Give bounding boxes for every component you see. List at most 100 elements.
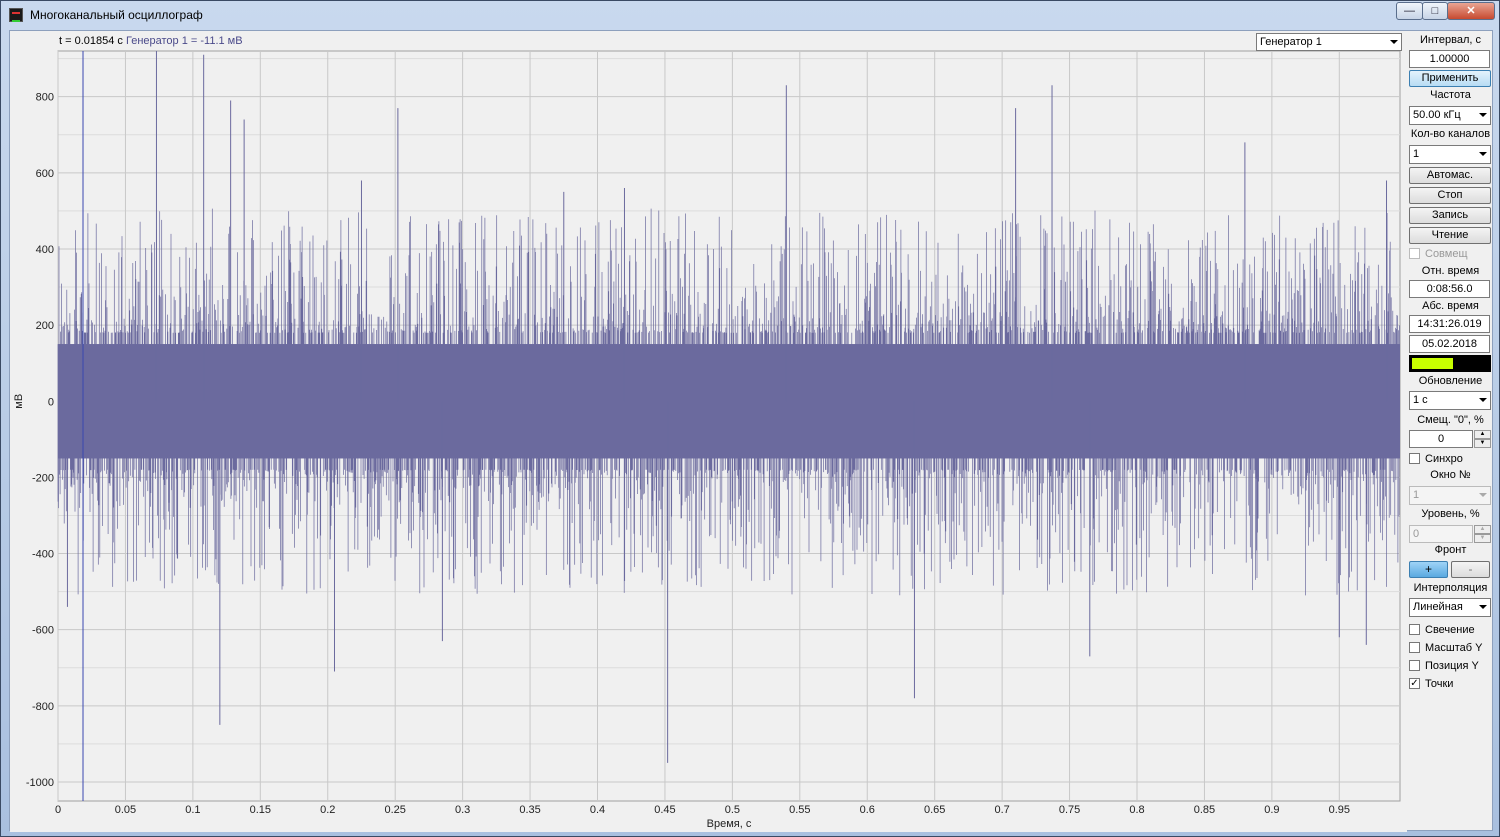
frequency-label: Частота <box>1430 89 1471 101</box>
interval-label: Интервал, с <box>1420 34 1481 46</box>
date-value: 05.02.2018 <box>1409 335 1490 353</box>
position-y-checkbox[interactable]: Позиция Y <box>1409 659 1479 673</box>
spin-up-icon[interactable]: ▲ <box>1474 430 1491 439</box>
glow-checkbox[interactable]: Свечение <box>1409 623 1475 637</box>
channels-count-value: 1 <box>1413 148 1420 160</box>
x-axis-label: Время, с <box>707 818 752 830</box>
position-y-label: Позиция Y <box>1425 660 1479 672</box>
x-tick-label: 0.3 <box>455 804 470 816</box>
points-checkbox[interactable]: ✓ Точки <box>1409 677 1453 691</box>
chevron-down-icon <box>1479 605 1487 609</box>
front-falling-button[interactable]: - <box>1451 561 1490 578</box>
x-tick-label: 0.2 <box>320 804 335 816</box>
apply-button[interactable]: Применить <box>1409 70 1491 87</box>
maximize-button[interactable]: □ <box>1422 2 1448 20</box>
x-tick-label: 0.25 <box>384 804 405 816</box>
record-button[interactable]: Запись <box>1409 207 1491 224</box>
sync-checkbox[interactable]: Синхро <box>1409 452 1463 466</box>
x-tick-label: 0.6 <box>860 804 875 816</box>
y-tick-label: 200 <box>36 320 54 332</box>
cursor-channel-value: Генератор 1 = -11.1 мВ <box>125 35 243 47</box>
read-button[interactable]: Чтение <box>1409 227 1491 244</box>
channels-count-label: Кол-во каналов <box>1410 128 1491 140</box>
channel-select[interactable]: Генератор 1 <box>1256 33 1402 51</box>
chevron-down-icon <box>1479 152 1487 156</box>
app-icon <box>9 8 23 22</box>
y-tick-label: 400 <box>36 244 54 256</box>
chevron-down-icon <box>1479 113 1487 117</box>
level-value[interactable]: 0 <box>1409 525 1473 543</box>
relative-time-label: Отн. время <box>1421 265 1480 277</box>
x-tick-label: 0.4 <box>590 804 605 816</box>
y-tick-label: -400 <box>32 549 54 561</box>
x-tick-label: 0 <box>55 804 61 816</box>
y-axis-label: мВ <box>13 394 25 409</box>
x-tick-label: 0.15 <box>250 804 271 816</box>
front-label: Фронт <box>1434 544 1467 556</box>
combine-label: Совмещ <box>1425 248 1468 260</box>
level-label: Уровень, % <box>1421 508 1480 520</box>
spin-down-icon[interactable]: ▼ <box>1474 534 1491 543</box>
cursor-readout: t = 0.01854 с Генератор 1 = -11.1 мВ <box>59 35 243 47</box>
cursor-time: t = 0.01854 с <box>59 35 123 47</box>
y-tick-label: 600 <box>36 168 54 180</box>
level-spinner[interactable]: 0 ▲ ▼ <box>1409 525 1491 543</box>
x-tick-label: 0.35 <box>519 804 540 816</box>
x-tick-label: 0.85 <box>1194 804 1215 816</box>
x-tick-label: 0.8 <box>1129 804 1144 816</box>
buffer-indicator <box>1409 355 1491 372</box>
y-tick-label: -800 <box>32 701 54 713</box>
x-tick-label: 0.1 <box>185 804 200 816</box>
minimize-button[interactable]: — <box>1396 2 1423 20</box>
checkbox-box <box>1409 453 1420 464</box>
combine-checkbox[interactable]: Совмещ <box>1409 247 1468 261</box>
x-tick-label: 0.75 <box>1059 804 1080 816</box>
update-label: Обновление <box>1418 375 1483 387</box>
spin-up-icon[interactable]: ▲ <box>1474 525 1491 534</box>
channel-select-value: Генератор 1 <box>1260 36 1322 48</box>
x-tick-label: 0.9 <box>1264 804 1279 816</box>
points-label: Точки <box>1425 678 1454 690</box>
x-tick-label: 0.65 <box>924 804 945 816</box>
y-tick-label: -200 <box>32 472 54 484</box>
interpolation-label: Интерполяция <box>1413 582 1488 594</box>
update-value: 1 с <box>1413 394 1428 406</box>
absolute-time-label: Абс. время <box>1422 300 1479 312</box>
title-bar[interactable]: Многоканальный осциллограф — □ ✕ <box>1 1 1499 29</box>
frequency-select[interactable]: 50.00 кГц <box>1409 106 1491 125</box>
y-tick-label: 800 <box>36 92 54 104</box>
glow-label: Свечение <box>1425 624 1475 636</box>
x-tick-label: 0.5 <box>725 804 740 816</box>
relative-time-value: 0:08:56.0 <box>1409 280 1490 298</box>
chevron-down-icon <box>1479 398 1487 402</box>
client-area: 800 600 400 200 0 -200 -400 -600 -800 -1000 0 0.05 0… <box>9 30 1493 832</box>
y-tick-label: 0 <box>48 396 54 408</box>
auto-scale-button[interactable]: Автомас. <box>1409 167 1491 184</box>
scale-y-checkbox[interactable]: Масштаб Y <box>1409 641 1482 655</box>
chevron-down-icon <box>1390 40 1398 44</box>
interval-input[interactable]: 1.00000 <box>1409 50 1490 68</box>
window-title: Многоканальный осциллограф <box>30 8 203 22</box>
plot-area: 800 600 400 200 0 -200 -400 -600 -800 -1000 0 0.05 0… <box>10 31 1407 832</box>
zero-offset-spinner[interactable]: 0 ▲ ▼ <box>1409 430 1491 448</box>
x-tick-label: 0.05 <box>115 804 136 816</box>
window-number-select[interactable]: 1 <box>1409 486 1491 505</box>
checkbox-box <box>1409 660 1420 671</box>
oscillogram-chart[interactable]: 800 600 400 200 0 -200 -400 -600 -800 -1000 0 0.05 0… <box>10 31 1407 832</box>
interpolation-select[interactable]: Линейная <box>1409 598 1491 617</box>
update-select[interactable]: 1 с <box>1409 391 1491 410</box>
window-number-label: Окно № <box>1430 469 1471 481</box>
front-rising-button[interactable]: + <box>1409 561 1448 578</box>
y-tick-label: -1000 <box>26 777 54 789</box>
checkbox-box <box>1409 642 1420 653</box>
checkbox-box <box>1409 624 1420 635</box>
channels-count-select[interactable]: 1 <box>1409 145 1491 164</box>
zero-offset-label: Смещ. "0", % <box>1417 414 1484 426</box>
spin-down-icon[interactable]: ▼ <box>1474 439 1491 448</box>
window-number-value: 1 <box>1413 489 1420 501</box>
absolute-time-value: 14:31:26.019 <box>1409 315 1490 333</box>
close-button[interactable]: ✕ <box>1447 2 1495 20</box>
oscilloscope-window: Многоканальный осциллограф — □ ✕ 800 600 4… <box>0 0 1500 837</box>
stop-button[interactable]: Стоп <box>1409 187 1491 204</box>
zero-offset-value[interactable]: 0 <box>1409 430 1473 448</box>
